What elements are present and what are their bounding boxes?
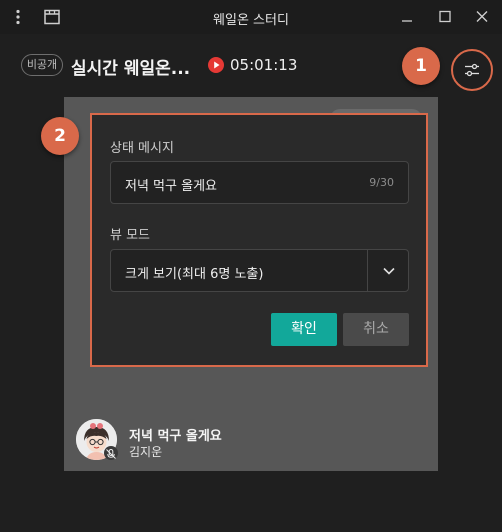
status-settings-dialog: 상태 메시지 저녁 먹구 올게요 9/30 뷰 모드 크게 보기(최대 6명 노… (90, 113, 428, 367)
close-icon[interactable] (471, 6, 493, 28)
status-message-input[interactable]: 저녁 먹구 올게요 9/30 (110, 161, 409, 204)
minimize-icon[interactable] (396, 6, 418, 28)
mic-off-icon (104, 446, 118, 460)
callout-badge-1: 1 (402, 47, 440, 85)
maximize-icon[interactable] (434, 6, 456, 28)
window-title: 웨일온 스터디 (213, 13, 289, 28)
play-circle-icon (208, 57, 224, 73)
view-mode-value: 크게 보기(최대 6명 노출) (125, 267, 264, 282)
participant-status-message: 저녁 먹구 올게요 (129, 429, 222, 444)
callout-badge-2: 2 (41, 117, 79, 155)
view-mode-select[interactable]: 크게 보기(최대 6명 노출) (110, 249, 409, 292)
participant-name: 김지운 (129, 445, 163, 459)
session-timer: 05:01:13 (230, 56, 298, 74)
title-bar: 웨일온 스터디 (0, 0, 502, 34)
status-message-label: 상태 메시지 (110, 141, 174, 156)
select-divider (367, 250, 368, 291)
cancel-button[interactable]: 취소 (343, 313, 409, 346)
chevron-down-icon[interactable] (381, 263, 397, 283)
character-counter: 9/30 (369, 176, 394, 189)
view-mode-label: 뷰 모드 (110, 228, 151, 243)
room-title: 실시간 웨일온... (71, 59, 191, 79)
status-message-value: 저녁 먹구 올게요 (125, 179, 217, 194)
settings-sliders-icon[interactable] (451, 49, 493, 91)
confirm-button[interactable]: 확인 (271, 313, 337, 346)
privacy-badge: 비공개 (21, 54, 63, 76)
